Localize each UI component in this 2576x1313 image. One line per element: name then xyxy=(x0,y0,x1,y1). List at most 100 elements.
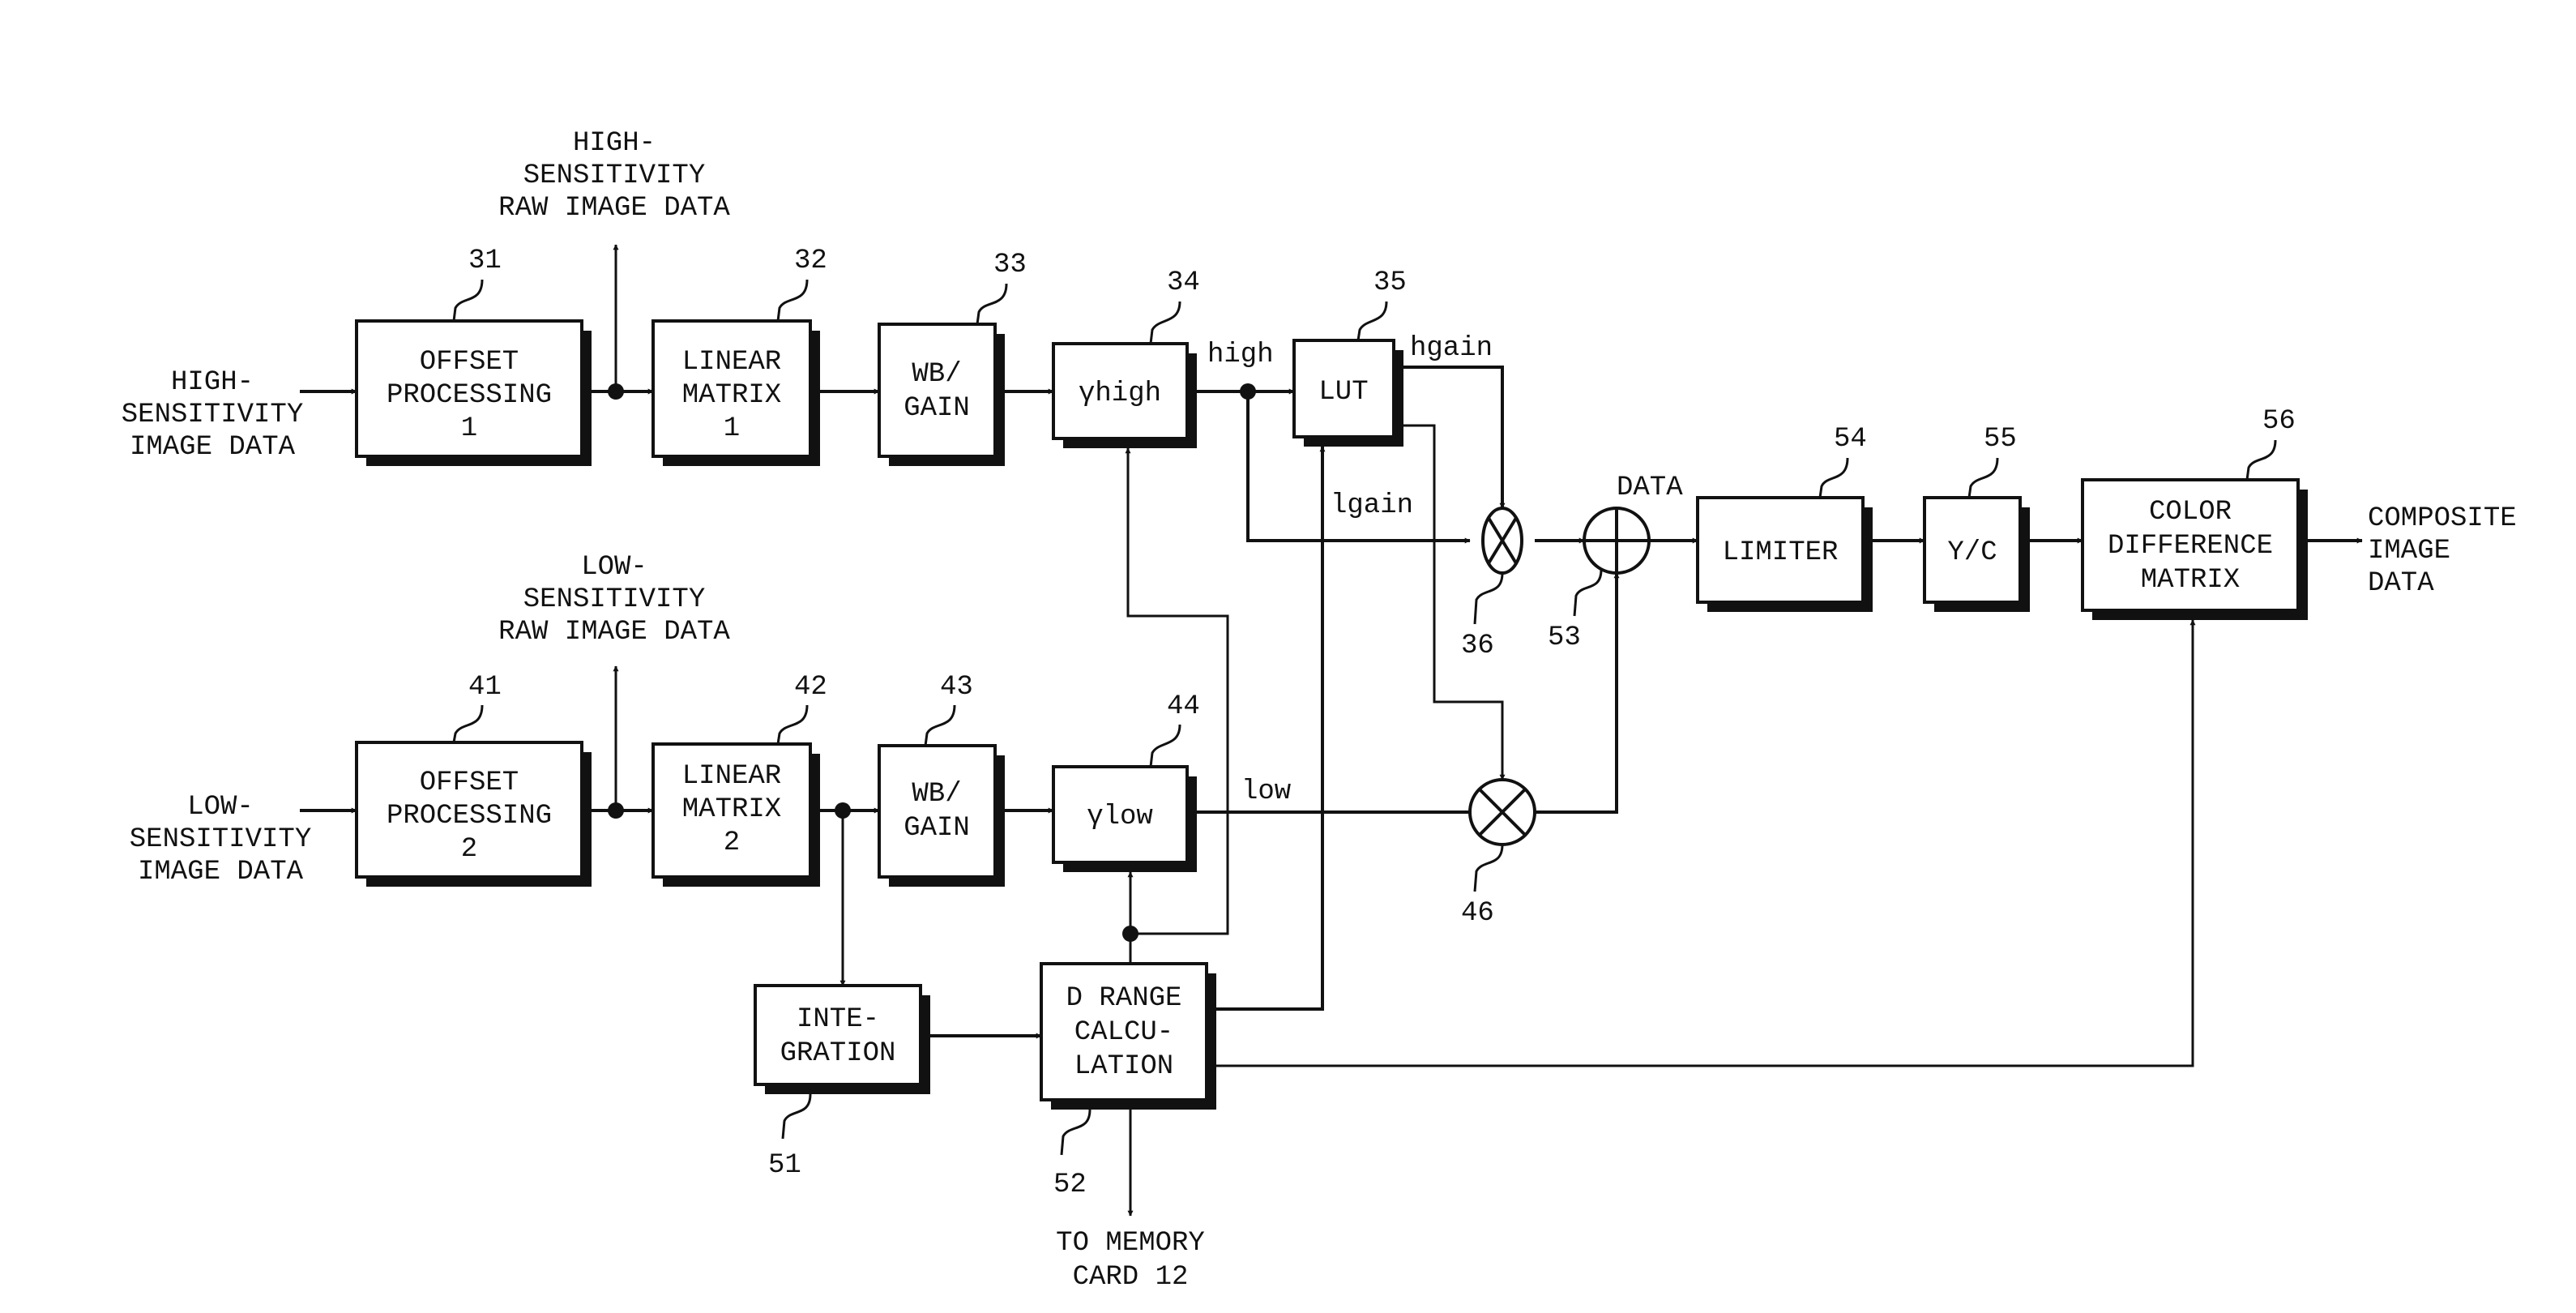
svg-text:HIGH-: HIGH- xyxy=(573,128,656,159)
block-wb-gain-1: WB/ GAIN xyxy=(878,323,1005,466)
svg-text:1: 1 xyxy=(461,413,477,444)
svg-text:Y/C: Y/C xyxy=(1947,537,1997,568)
svg-text:IMAGE: IMAGE xyxy=(2368,536,2450,567)
composite-output-label: COMPOSITE IMAGE DATA xyxy=(2368,503,2517,599)
svg-text:LINEAR: LINEAR xyxy=(682,761,781,792)
block-gamma-low: γlow xyxy=(1052,765,1197,872)
junction-dot xyxy=(608,383,624,400)
signal-label-low: low xyxy=(1241,776,1292,807)
low-raw-output-label: LOW- SENSITIVITY RAW IMAGE DATA xyxy=(498,552,730,648)
svg-text:RAW IMAGE DATA: RAW IMAGE DATA xyxy=(498,617,730,648)
block-lut: LUT xyxy=(1292,339,1403,447)
svg-text:CARD 12: CARD 12 xyxy=(1073,1262,1189,1293)
svg-text:GAIN: GAIN xyxy=(904,813,970,844)
svg-text:PROCESSING: PROCESSING xyxy=(387,380,552,411)
adder-53 xyxy=(1583,507,1651,575)
junction-dot xyxy=(835,802,851,819)
svg-text:OFFSET: OFFSET xyxy=(420,347,519,378)
svg-text:MATRIX: MATRIX xyxy=(2141,565,2240,596)
junction-dot xyxy=(1240,383,1256,400)
svg-text:γhigh: γhigh xyxy=(1079,379,1161,409)
svg-text:γlow: γlow xyxy=(1087,802,1153,832)
ref-36: 36 xyxy=(1461,631,1494,661)
block-d-range-calculation: D RANGE CALCU- LATION xyxy=(1040,962,1216,1110)
signal-label-high: high xyxy=(1207,340,1274,370)
signal-label-data: DATA xyxy=(1617,473,1683,503)
block-yc: Y/C xyxy=(1923,496,2030,612)
svg-text:WB/: WB/ xyxy=(912,359,961,390)
svg-text:LUT: LUT xyxy=(1318,377,1368,408)
svg-text:SENSITIVITY: SENSITIVITY xyxy=(122,400,303,430)
wire-hgain xyxy=(1403,366,1506,509)
ref-52: 52 xyxy=(1053,1170,1087,1200)
svg-text:HIGH-: HIGH- xyxy=(171,367,254,398)
svg-text:SENSITIVITY: SENSITIVITY xyxy=(130,824,311,855)
signal-label-hgain: hgain xyxy=(1410,333,1493,364)
signal-label-lgain: lgain xyxy=(1331,490,1413,521)
ref-31: 31 xyxy=(468,246,502,276)
ref-32: 32 xyxy=(794,246,827,276)
block-diagram: HIGH- SENSITIVITY IMAGE DATA LOW- SENSIT… xyxy=(122,128,2517,1293)
block-wb-gain-2: WB/ GAIN xyxy=(878,744,1005,887)
svg-text:DATA: DATA xyxy=(2368,568,2434,599)
svg-text:LINEAR: LINEAR xyxy=(682,347,781,378)
wire-lut-to-46 xyxy=(1403,424,1506,781)
ref-56: 56 xyxy=(2262,406,2296,437)
low-sensitivity-input-label: LOW- SENSITIVITY IMAGE DATA xyxy=(130,792,311,887)
svg-text:LIMITER: LIMITER xyxy=(1723,537,1839,568)
block-limiter: LIMITER xyxy=(1696,496,1873,612)
ref-34: 34 xyxy=(1167,267,1200,298)
svg-text:RAW IMAGE DATA: RAW IMAGE DATA xyxy=(498,193,730,224)
junction-dot xyxy=(608,802,624,819)
multiplier-36 xyxy=(1481,507,1523,575)
svg-text:MATRIX: MATRIX xyxy=(682,794,781,825)
multiplier-46 xyxy=(1468,778,1536,846)
svg-text:IMAGE DATA: IMAGE DATA xyxy=(130,432,296,463)
svg-text:INTE-: INTE- xyxy=(797,1004,879,1035)
high-sensitivity-input-label: HIGH- SENSITIVITY IMAGE DATA xyxy=(122,367,303,463)
block-integration: INTE- GRATION xyxy=(754,984,930,1094)
block-linear-matrix-2: LINEAR MATRIX 2 xyxy=(651,742,820,887)
svg-text:LOW-: LOW- xyxy=(581,552,647,583)
svg-text:2: 2 xyxy=(461,834,477,865)
ref-55: 55 xyxy=(1984,424,2017,455)
svg-text:GRATION: GRATION xyxy=(780,1038,896,1069)
wire-52-to-56 xyxy=(1216,619,2196,1067)
ref-51: 51 xyxy=(768,1150,801,1181)
ref-43: 43 xyxy=(940,672,973,703)
svg-text:WB/: WB/ xyxy=(912,779,961,810)
svg-text:LOW-: LOW- xyxy=(187,792,254,823)
svg-text:TO MEMORY: TO MEMORY xyxy=(1056,1228,1205,1259)
svg-text:IMAGE DATA: IMAGE DATA xyxy=(138,857,304,887)
block-gamma-high: γhigh xyxy=(1052,342,1197,448)
ref-33: 33 xyxy=(993,250,1027,280)
svg-text:SENSITIVITY: SENSITIVITY xyxy=(523,160,705,191)
svg-text:PROCESSING: PROCESSING xyxy=(387,801,552,832)
ref-42: 42 xyxy=(794,672,827,703)
high-raw-output-label: HIGH- SENSITIVITY RAW IMAGE DATA xyxy=(498,128,730,224)
svg-text:COLOR: COLOR xyxy=(2149,497,2232,528)
ref-35: 35 xyxy=(1373,267,1407,298)
block-color-difference-matrix: COLOR DIFFERENCE MATRIX xyxy=(2081,478,2308,620)
ref-53: 53 xyxy=(1548,622,1581,653)
block-offset-processing-2: OFFSET PROCESSING 2 xyxy=(355,741,592,887)
svg-text:OFFSET: OFFSET xyxy=(420,768,519,798)
svg-text:LATION: LATION xyxy=(1074,1051,1173,1082)
svg-text:GAIN: GAIN xyxy=(904,393,970,424)
svg-text:MATRIX: MATRIX xyxy=(682,380,781,411)
block-offset-processing-1: OFFSET PROCESSING 1 xyxy=(355,319,592,466)
svg-text:1: 1 xyxy=(724,413,740,444)
svg-text:COMPOSITE: COMPOSITE xyxy=(2368,503,2517,534)
ref-44: 44 xyxy=(1167,691,1200,722)
block-linear-matrix-1: LINEAR MATRIX 1 xyxy=(651,319,820,466)
wire-lgain xyxy=(1216,446,1326,1011)
svg-text:D RANGE: D RANGE xyxy=(1066,983,1182,1014)
svg-text:DIFFERENCE: DIFFERENCE xyxy=(2108,531,2273,562)
ref-46: 46 xyxy=(1461,898,1494,929)
svg-text:SENSITIVITY: SENSITIVITY xyxy=(523,584,705,615)
svg-text:2: 2 xyxy=(724,828,740,858)
svg-text:CALCU-: CALCU- xyxy=(1074,1017,1173,1048)
ref-41: 41 xyxy=(468,672,502,703)
memory-card-label: TO MEMORY CARD 12 xyxy=(1056,1228,1205,1293)
ref-54: 54 xyxy=(1834,424,1867,455)
